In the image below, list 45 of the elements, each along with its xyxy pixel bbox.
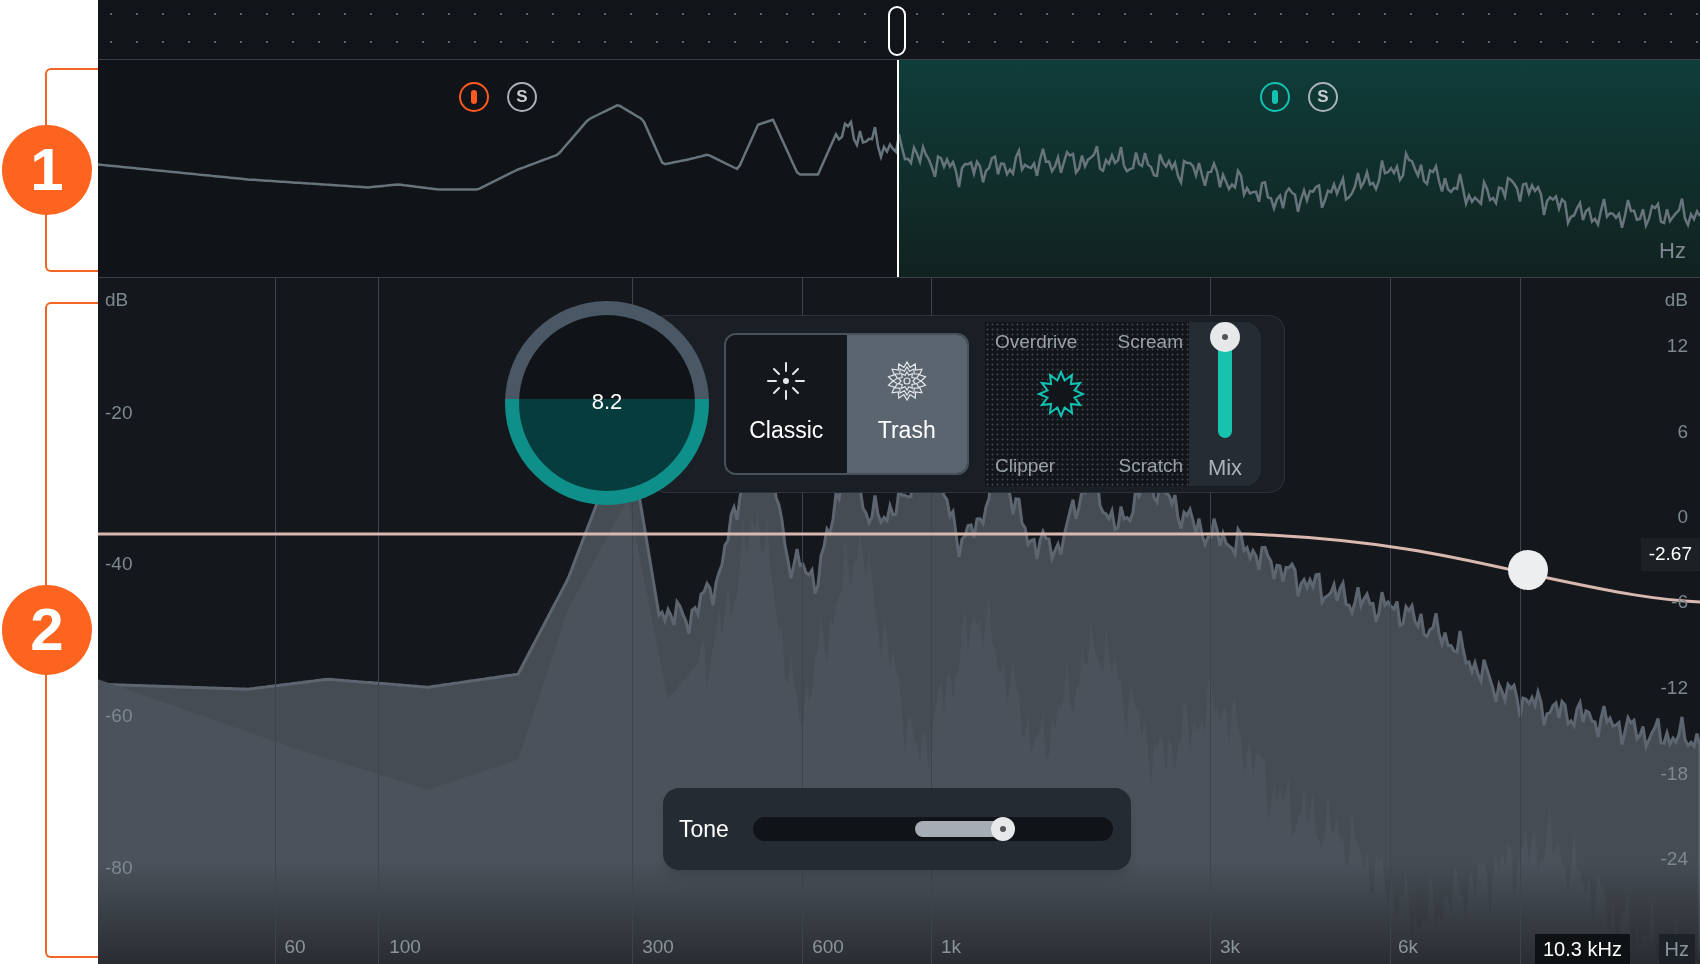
split-handle[interactable] — [888, 6, 906, 56]
axis-label: 600 — [812, 937, 844, 956]
axis-label: dB — [105, 290, 129, 309]
callout-number: 2 — [2, 585, 92, 675]
xy-pad[interactable]: Overdrive Scream Clipper Scratch — [985, 322, 1189, 486]
axis-label: 6 — [1677, 422, 1688, 441]
callout-number: 1 — [2, 125, 92, 215]
eq-curve[interactable] — [98, 530, 1700, 606]
axis-label: 60 — [284, 937, 306, 956]
unit-label: Hz — [1658, 934, 1695, 964]
band-toggle-icon[interactable] — [459, 82, 489, 112]
corner-label: Overdrive — [995, 330, 1078, 354]
star-handle[interactable] — [1037, 370, 1085, 418]
unit-label: Hz — [1659, 237, 1686, 265]
axis-label: 6k — [1397, 937, 1419, 956]
mode-button[interactable]: Classic — [726, 335, 847, 473]
axis-label: 0 — [1677, 507, 1688, 526]
gain-readout: -2.67 — [1640, 538, 1700, 571]
mix-label: Mix — [1207, 454, 1243, 482]
axis-label: -40 — [105, 554, 133, 573]
mix-thumb[interactable] — [1210, 322, 1240, 353]
drive-value: 8.2 — [591, 387, 623, 416]
axis-label: 12 — [1666, 336, 1688, 355]
axis-label: -20 — [105, 403, 133, 422]
mode-button[interactable]: Trash — [846, 335, 967, 473]
frequency-readout: 10.3 kHz — [1535, 934, 1630, 964]
corner-label: Scratch — [1118, 453, 1183, 478]
tone-label: Tone — [679, 814, 729, 844]
axis-label: 3k — [1219, 937, 1241, 956]
corner-label: Scream — [1117, 330, 1183, 354]
sparkle-icon — [766, 360, 807, 401]
band-toggle-icon[interactable] — [1260, 82, 1290, 112]
axis-label: -12 — [1660, 678, 1688, 697]
corner-label: Clipper — [995, 453, 1056, 478]
axis-label: 1k — [940, 937, 962, 956]
axis-label: 300 — [642, 937, 674, 956]
axis-label: dB — [1664, 290, 1688, 309]
band-panel[interactable]: S — [98, 60, 898, 277]
starburst-icon — [886, 360, 927, 401]
axis-label: 100 — [389, 937, 421, 956]
solo-button[interactable]: S — [507, 82, 537, 112]
axis-label: -18 — [1660, 764, 1688, 783]
axis-label: -80 — [105, 858, 133, 877]
axis-label: -24 — [1660, 849, 1688, 868]
solo-button[interactable]: S — [1308, 82, 1338, 112]
